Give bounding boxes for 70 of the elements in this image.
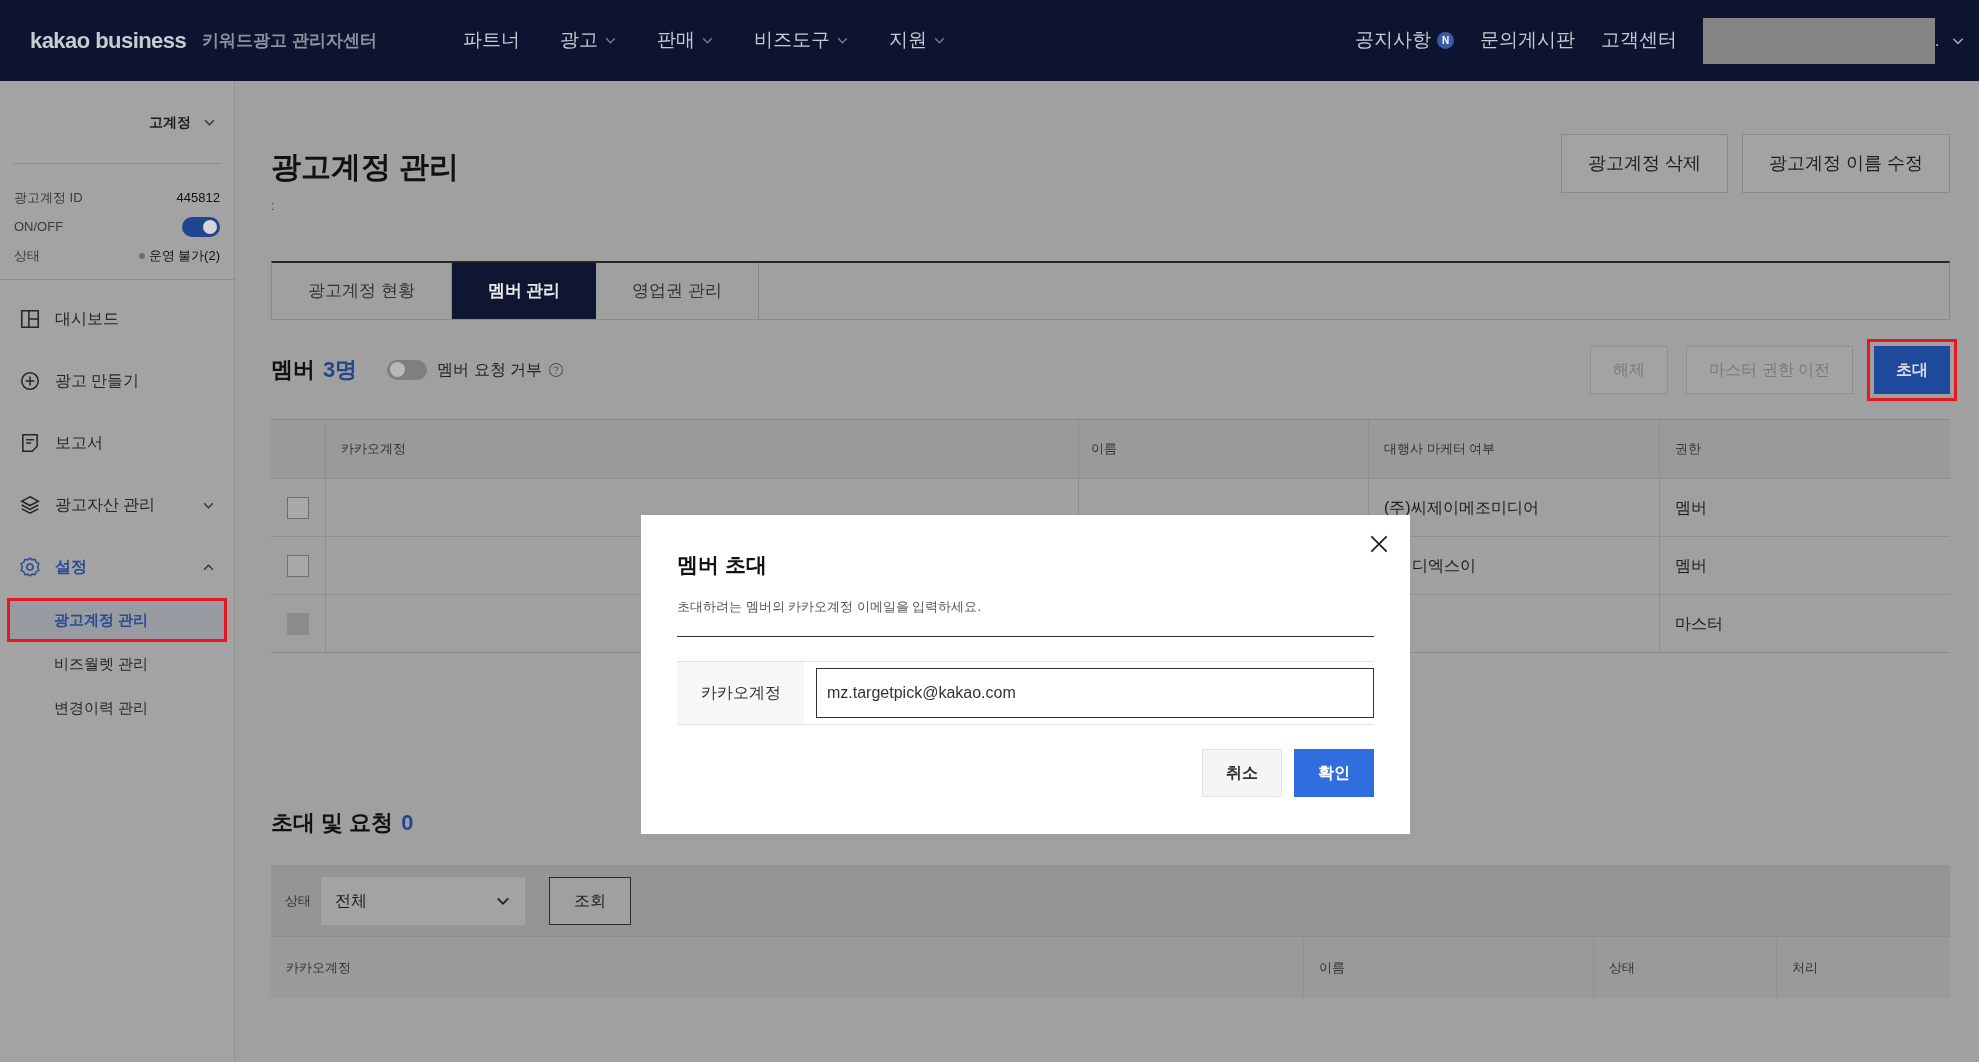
status-dropdown[interactable]: 전체: [321, 876, 525, 925]
close-icon[interactable]: [1368, 533, 1390, 555]
settings-icon: [19, 556, 41, 578]
row-checkbox[interactable]: [287, 496, 309, 519]
section-title: 초대 및 요청: [271, 808, 394, 837]
page-title: 광고계정 관리: [271, 149, 460, 185]
service-name: 키워드광고 관리자센터: [202, 29, 377, 52]
nav-menu[interactable]: 지원: [888, 26, 946, 55]
column-header: 대행사 마케터 여부: [1384, 440, 1496, 459]
info-label: ON/OFF: [14, 217, 64, 236]
sidebar-item[interactable]: 보고서: [0, 412, 234, 474]
help-icon[interactable]: [548, 361, 565, 378]
header-link[interactable]: 공지사항 N: [1355, 26, 1454, 55]
email-field[interactable]: mz.targetpick@kakao.com: [816, 668, 1374, 718]
info-label: 상태: [14, 246, 40, 265]
nav-menu[interactable]: 판매: [656, 26, 714, 55]
toggle-label: 멤버 요청 거부: [437, 359, 543, 380]
column-header: 처리: [1792, 958, 1818, 977]
dialog-title: 멤버 초대: [677, 552, 768, 578]
table-cell-text: (주)씨제이메조미디어: [1384, 497, 1539, 518]
account-name[interactable]: .: [1935, 28, 1945, 53]
dialog-description: 초대하려는 멤버의 카카오계정 이메일을 입력하세요.: [677, 597, 983, 616]
table-cell-text: 디엑스이: [1412, 555, 1476, 576]
row-checkbox[interactable]: [287, 554, 309, 577]
sidebar-subitem[interactable]: 비즈월렛 관리: [10, 645, 224, 683]
column-header: 카카오계정: [286, 958, 351, 977]
header-link[interactable]: 문의게시판: [1480, 26, 1575, 55]
account-selector[interactable]: 고계정: [149, 111, 191, 133]
toggle-switch[interactable]: [182, 216, 220, 237]
nav-menu[interactable]: 광고: [559, 26, 617, 55]
column-header: 이름: [1319, 958, 1345, 977]
info-value: 운영 불가(2): [148, 246, 220, 265]
field-label: 카카오계정: [677, 662, 804, 724]
search-button[interactable]: 조회: [549, 876, 631, 925]
header-link[interactable]: 고객센터: [1601, 26, 1677, 55]
member-count: 3명: [323, 356, 358, 384]
invite-count: 0: [401, 808, 414, 837]
logo[interactable]: kakao business: [30, 24, 187, 57]
action-button[interactable]: 광고계정 삭제: [1560, 134, 1728, 193]
action-button[interactable]: 광고계정 이름 수정: [1742, 134, 1950, 193]
document-icon: [19, 432, 41, 454]
new-badge: N: [1437, 32, 1454, 49]
table-cell-text: 멤버: [1675, 555, 1707, 576]
column-header: 카카오계정: [341, 440, 406, 459]
toggle-switch[interactable]: [387, 359, 428, 380]
table-cell-text: 마스터: [1675, 613, 1723, 634]
sidebar-item[interactable]: 광고자산 관리: [0, 474, 234, 536]
dialog-button[interactable]: 취소: [1202, 749, 1282, 797]
tab[interactable]: 멤버 관리: [451, 263, 597, 319]
dialog-button[interactable]: 확인: [1294, 749, 1374, 797]
column-header: 이름: [1091, 440, 1117, 459]
nav-menu[interactable]: 파트너: [462, 26, 520, 55]
plus-circle-icon: [19, 370, 41, 392]
sidebar-item[interactable]: 광고 만들기: [0, 350, 234, 412]
section-title: 멤버: [271, 356, 315, 384]
info-value: 445812: [176, 188, 220, 207]
info-label: 광고계정 ID: [14, 188, 83, 207]
column-header: 상태: [1609, 958, 1635, 977]
nav-menu[interactable]: 비즈도구: [753, 26, 849, 55]
sidebar-subitem[interactable]: 변경이력 관리: [10, 689, 224, 727]
layers-icon: [19, 494, 41, 516]
table-cell-text: 멤버: [1675, 497, 1707, 518]
tab[interactable]: 영업권 관리: [596, 263, 760, 319]
page-subtitle: :: [271, 198, 276, 215]
sidebar-item[interactable]: 대시보드: [0, 288, 234, 350]
toolbar-button[interactable]: 초대: [1874, 345, 1950, 394]
filter-label: 상태: [285, 891, 311, 910]
tab[interactable]: 광고계정 현황: [272, 263, 452, 319]
column-header: 권한: [1675, 440, 1701, 459]
dashboard-icon: [19, 308, 41, 330]
